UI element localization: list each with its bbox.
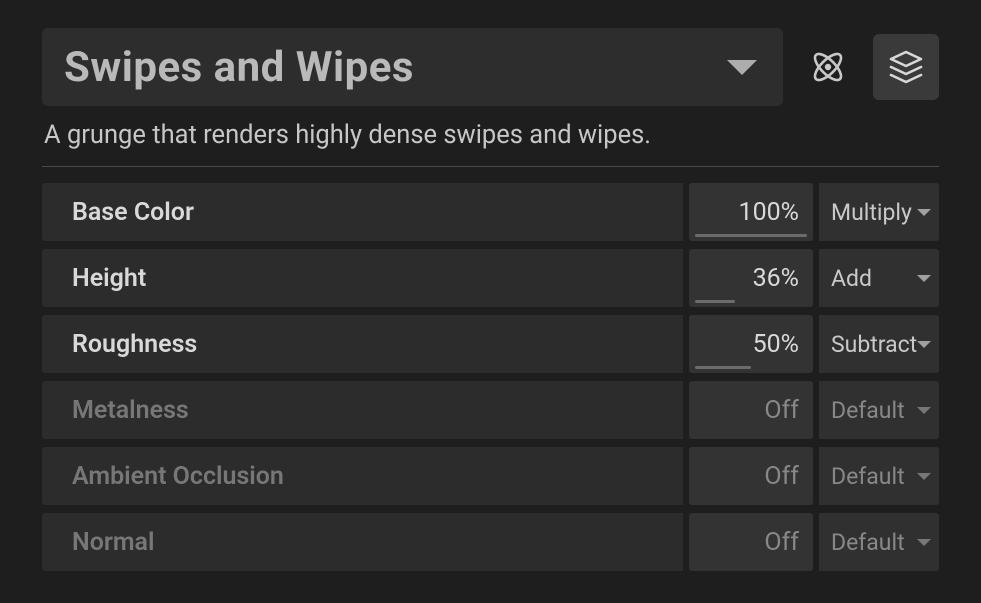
channel-row: Metalness Off Default xyxy=(42,381,939,439)
layers-tab-icon[interactable] xyxy=(873,34,939,100)
channel-row: Ambient Occlusion Off Default xyxy=(42,447,939,505)
channel-value-text: Off xyxy=(764,528,799,557)
channel-label[interactable]: Metalness xyxy=(42,381,683,439)
chevron-down-icon xyxy=(917,275,931,282)
chevron-down-icon xyxy=(727,60,757,75)
blend-mode-label: Add xyxy=(831,265,872,292)
value-track xyxy=(695,300,735,303)
channel-row: Base Color 100% Multiply xyxy=(42,183,939,241)
chevron-down-icon xyxy=(917,209,931,216)
channel-value-text: 50% xyxy=(753,330,799,359)
channel-value-input[interactable]: 36% xyxy=(689,249,813,307)
chevron-down-icon xyxy=(917,341,931,348)
channel-list: Base Color 100% Multiply Height 36% Add Roughn… xyxy=(42,183,939,571)
blend-mode-label: Default xyxy=(831,397,905,424)
blend-mode-select[interactable]: Multiply xyxy=(819,183,939,241)
channel-value-input[interactable]: Off xyxy=(689,447,813,505)
channel-label[interactable]: Base Color xyxy=(42,183,683,241)
channel-value-input[interactable]: 100% xyxy=(689,183,813,241)
blend-mode-select[interactable]: Default xyxy=(819,513,939,571)
channel-row: Height 36% Add xyxy=(42,249,939,307)
chevron-down-icon xyxy=(917,473,931,480)
channel-label[interactable]: Normal xyxy=(42,513,683,571)
channel-row: Roughness 50% Subtract xyxy=(42,315,939,373)
channel-label[interactable]: Ambient Occlusion xyxy=(42,447,683,505)
blend-mode-select[interactable]: Default xyxy=(819,447,939,505)
layer-panel: Swipes and Wipes A grunge that renders h… xyxy=(0,0,981,591)
channel-value-input[interactable]: 50% xyxy=(689,315,813,373)
blend-mode-select[interactable]: Default xyxy=(819,381,939,439)
blend-mode-select[interactable]: Subtract xyxy=(819,315,939,373)
value-track xyxy=(695,234,807,237)
channel-value-input[interactable]: Off xyxy=(689,381,813,439)
preset-title: Swipes and Wipes xyxy=(64,43,414,92)
channel-value-text: 100% xyxy=(739,198,799,227)
preset-description: A grunge that renders highly dense swipe… xyxy=(42,120,939,150)
atom-tab-icon[interactable] xyxy=(795,34,861,100)
channel-value-input[interactable]: Off xyxy=(689,513,813,571)
channel-label[interactable]: Roughness xyxy=(42,315,683,373)
blend-mode-label: Default xyxy=(831,463,905,490)
channel-value-text: Off xyxy=(764,462,799,491)
blend-mode-label: Multiply xyxy=(831,199,912,226)
divider xyxy=(42,166,939,167)
blend-mode-label: Default xyxy=(831,529,905,556)
header-row: Swipes and Wipes xyxy=(42,28,939,106)
blend-mode-label: Subtract xyxy=(831,331,917,358)
chevron-down-icon xyxy=(917,407,931,414)
channel-label[interactable]: Height xyxy=(42,249,683,307)
channel-value-text: 36% xyxy=(753,264,799,293)
value-track xyxy=(695,366,751,369)
channel-value-text: Off xyxy=(764,396,799,425)
chevron-down-icon xyxy=(917,539,931,546)
blend-mode-select[interactable]: Add xyxy=(819,249,939,307)
channel-row: Normal Off Default xyxy=(42,513,939,571)
preset-selector[interactable]: Swipes and Wipes xyxy=(42,28,783,106)
